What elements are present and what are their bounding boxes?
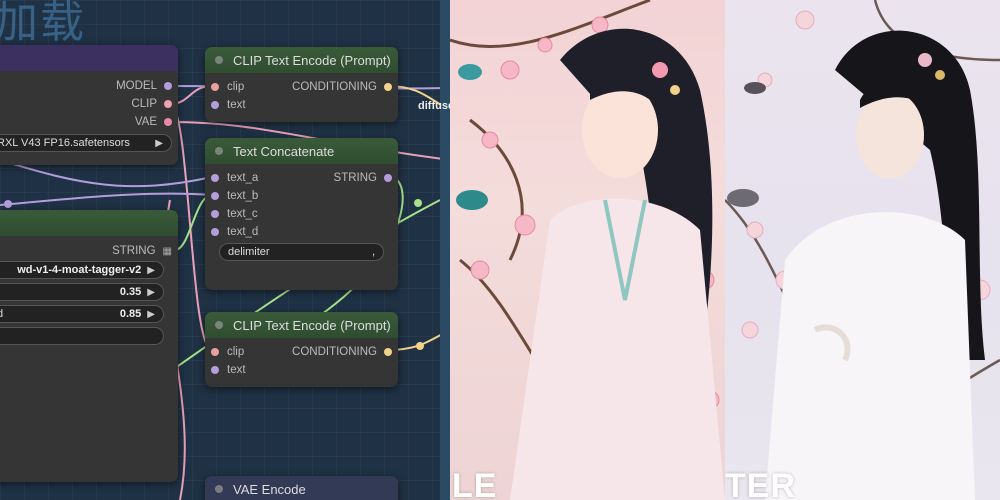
input-slot[interactable] <box>211 101 219 109</box>
input-text-a[interactable]: text_a <box>211 169 258 187</box>
node-header <box>0 45 178 71</box>
input-label: text_c <box>227 208 258 220</box>
chevron-right-icon[interactable]: ▶ <box>155 138 163 149</box>
input-label: text <box>227 364 246 376</box>
chevron-right-icon[interactable]: ▶ <box>147 309 155 320</box>
output-slot[interactable] <box>384 348 392 356</box>
input-label: clip <box>227 81 245 93</box>
output-label: MODEL <box>116 80 157 92</box>
input-text-d[interactable]: text_d <box>211 223 258 241</box>
anime-illustration: LE <box>450 0 725 500</box>
input-text[interactable]: text <box>211 96 246 114</box>
offscreen-node-edge <box>440 0 450 500</box>
node-header[interactable]: Text Concatenate <box>205 138 398 164</box>
node-header[interactable]: VAE Encode <box>205 476 398 500</box>
output-slot[interactable] <box>384 83 392 91</box>
node-header <box>0 210 178 236</box>
text-concatenate-node[interactable]: Text Concatenate text_a text_b text_c te… <box>205 138 398 290</box>
clip-text-encode-node[interactable]: CLIP Text Encode (Prompt) clip text COND… <box>205 312 398 387</box>
output-label: STRING <box>333 172 377 184</box>
input-clip[interactable]: clip <box>211 343 244 361</box>
input-clip[interactable]: clip <box>211 78 244 96</box>
tagger-node[interactable]: STRING ▦ wd-v1-4-moat-tagger-v2 ▶ 0.35 ▶ d… <box>0 210 178 482</box>
input-label: text <box>227 99 246 111</box>
input-slot[interactable] <box>211 83 219 91</box>
clip-text-encode-node[interactable]: CLIP Text Encode (Prompt) clip text COND… <box>205 47 398 122</box>
widget-value: RXL V43 FP16.safetensors <box>0 137 130 149</box>
node-header[interactable]: CLIP Text Encode (Prompt) <box>205 312 398 338</box>
node-graph-canvas[interactable]: 加载 MODEL CLIP VAE RXL V43 FP16.safetenso… <box>0 0 450 500</box>
collapse-dot-icon[interactable] <box>215 56 223 64</box>
output-slot[interactable] <box>164 100 172 108</box>
grid-icon[interactable]: ▦ <box>163 246 172 257</box>
output-slot[interactable] <box>164 82 172 90</box>
input-text-b[interactable]: text_b <box>211 187 258 205</box>
vae-encode-node[interactable]: VAE Encode <box>205 476 398 500</box>
output-conditioning[interactable]: CONDITIONING <box>292 343 392 361</box>
checkpoint-loader-node[interactable]: MODEL CLIP VAE RXL V43 FP16.safetensors … <box>0 45 178 165</box>
output-string[interactable]: STRING <box>334 169 392 187</box>
input-slot[interactable] <box>211 228 219 236</box>
input-slot[interactable] <box>211 192 219 200</box>
output-vae[interactable]: VAE <box>135 113 172 131</box>
output-string[interactable]: STRING ▦ <box>112 242 172 260</box>
exclude-tags-widget[interactable] <box>0 327 164 345</box>
input-slot[interactable] <box>211 366 219 374</box>
threshold-widget[interactable]: 0.35 ▶ <box>0 283 164 301</box>
widget-value: 0.85 <box>119 308 142 320</box>
ckpt-name-widget[interactable]: RXL V43 FP16.safetensors ▶ <box>0 134 172 152</box>
character-threshold-widget[interactable]: d 0.85 ▶ <box>0 305 164 323</box>
offscreen-node-label: diffuse <box>418 100 450 112</box>
output-label: VAE <box>134 116 157 128</box>
delimiter-widget[interactable]: delimiter , <box>219 243 384 261</box>
input-label: clip <box>227 346 245 358</box>
wire-lavender-2 <box>0 192 213 206</box>
widget-label: d <box>0 308 4 320</box>
output-conditioning[interactable]: CONDITIONING <box>292 78 392 96</box>
input-text[interactable]: text <box>211 361 246 379</box>
realistic-caption: TER <box>725 467 796 500</box>
widget-value: , <box>371 246 375 258</box>
output-slot[interactable] <box>384 174 392 182</box>
chevron-right-icon[interactable]: ▶ <box>147 287 155 298</box>
chevron-right-icon[interactable]: ▶ <box>147 265 155 276</box>
node-title: CLIP Text Encode (Prompt) <box>233 52 391 68</box>
output-label: CONDITIONING <box>292 81 377 93</box>
realistic-woman-image <box>725 0 1000 500</box>
collapse-dot-icon[interactable] <box>215 321 223 329</box>
output-clip[interactable]: CLIP <box>131 95 172 113</box>
input-slot[interactable] <box>211 174 219 182</box>
tagger-model-widget[interactable]: wd-v1-4-moat-tagger-v2 ▶ <box>0 261 164 279</box>
anime-woman-image <box>450 0 725 500</box>
input-label: text_d <box>227 226 259 238</box>
widget-label: delimiter <box>228 246 270 258</box>
anime-caption: LE <box>452 467 498 500</box>
input-label: text_a <box>227 172 259 184</box>
collapse-dot-icon[interactable] <box>215 147 223 155</box>
input-text-c[interactable]: text_c <box>211 205 258 223</box>
output-slot[interactable] <box>164 118 172 126</box>
input-label: text_b <box>227 190 259 202</box>
realistic-photo: TER <box>725 0 1000 500</box>
node-header[interactable]: CLIP Text Encode (Prompt) <box>205 47 398 73</box>
output-label: STRING <box>112 245 156 257</box>
output-label: CONDITIONING <box>292 346 377 358</box>
output-label: CLIP <box>131 98 157 110</box>
widget-value: 0.35 <box>119 286 142 298</box>
input-slot[interactable] <box>211 348 219 356</box>
node-title: Text Concatenate <box>233 143 335 159</box>
collapse-dot-icon[interactable] <box>215 485 223 493</box>
output-model[interactable]: MODEL <box>116 77 172 95</box>
input-slot[interactable] <box>211 210 219 218</box>
node-title: VAE Encode <box>233 481 306 497</box>
widget-value: wd-v1-4-moat-tagger-v2 <box>17 264 142 276</box>
node-title: CLIP Text Encode (Prompt) <box>233 317 391 333</box>
